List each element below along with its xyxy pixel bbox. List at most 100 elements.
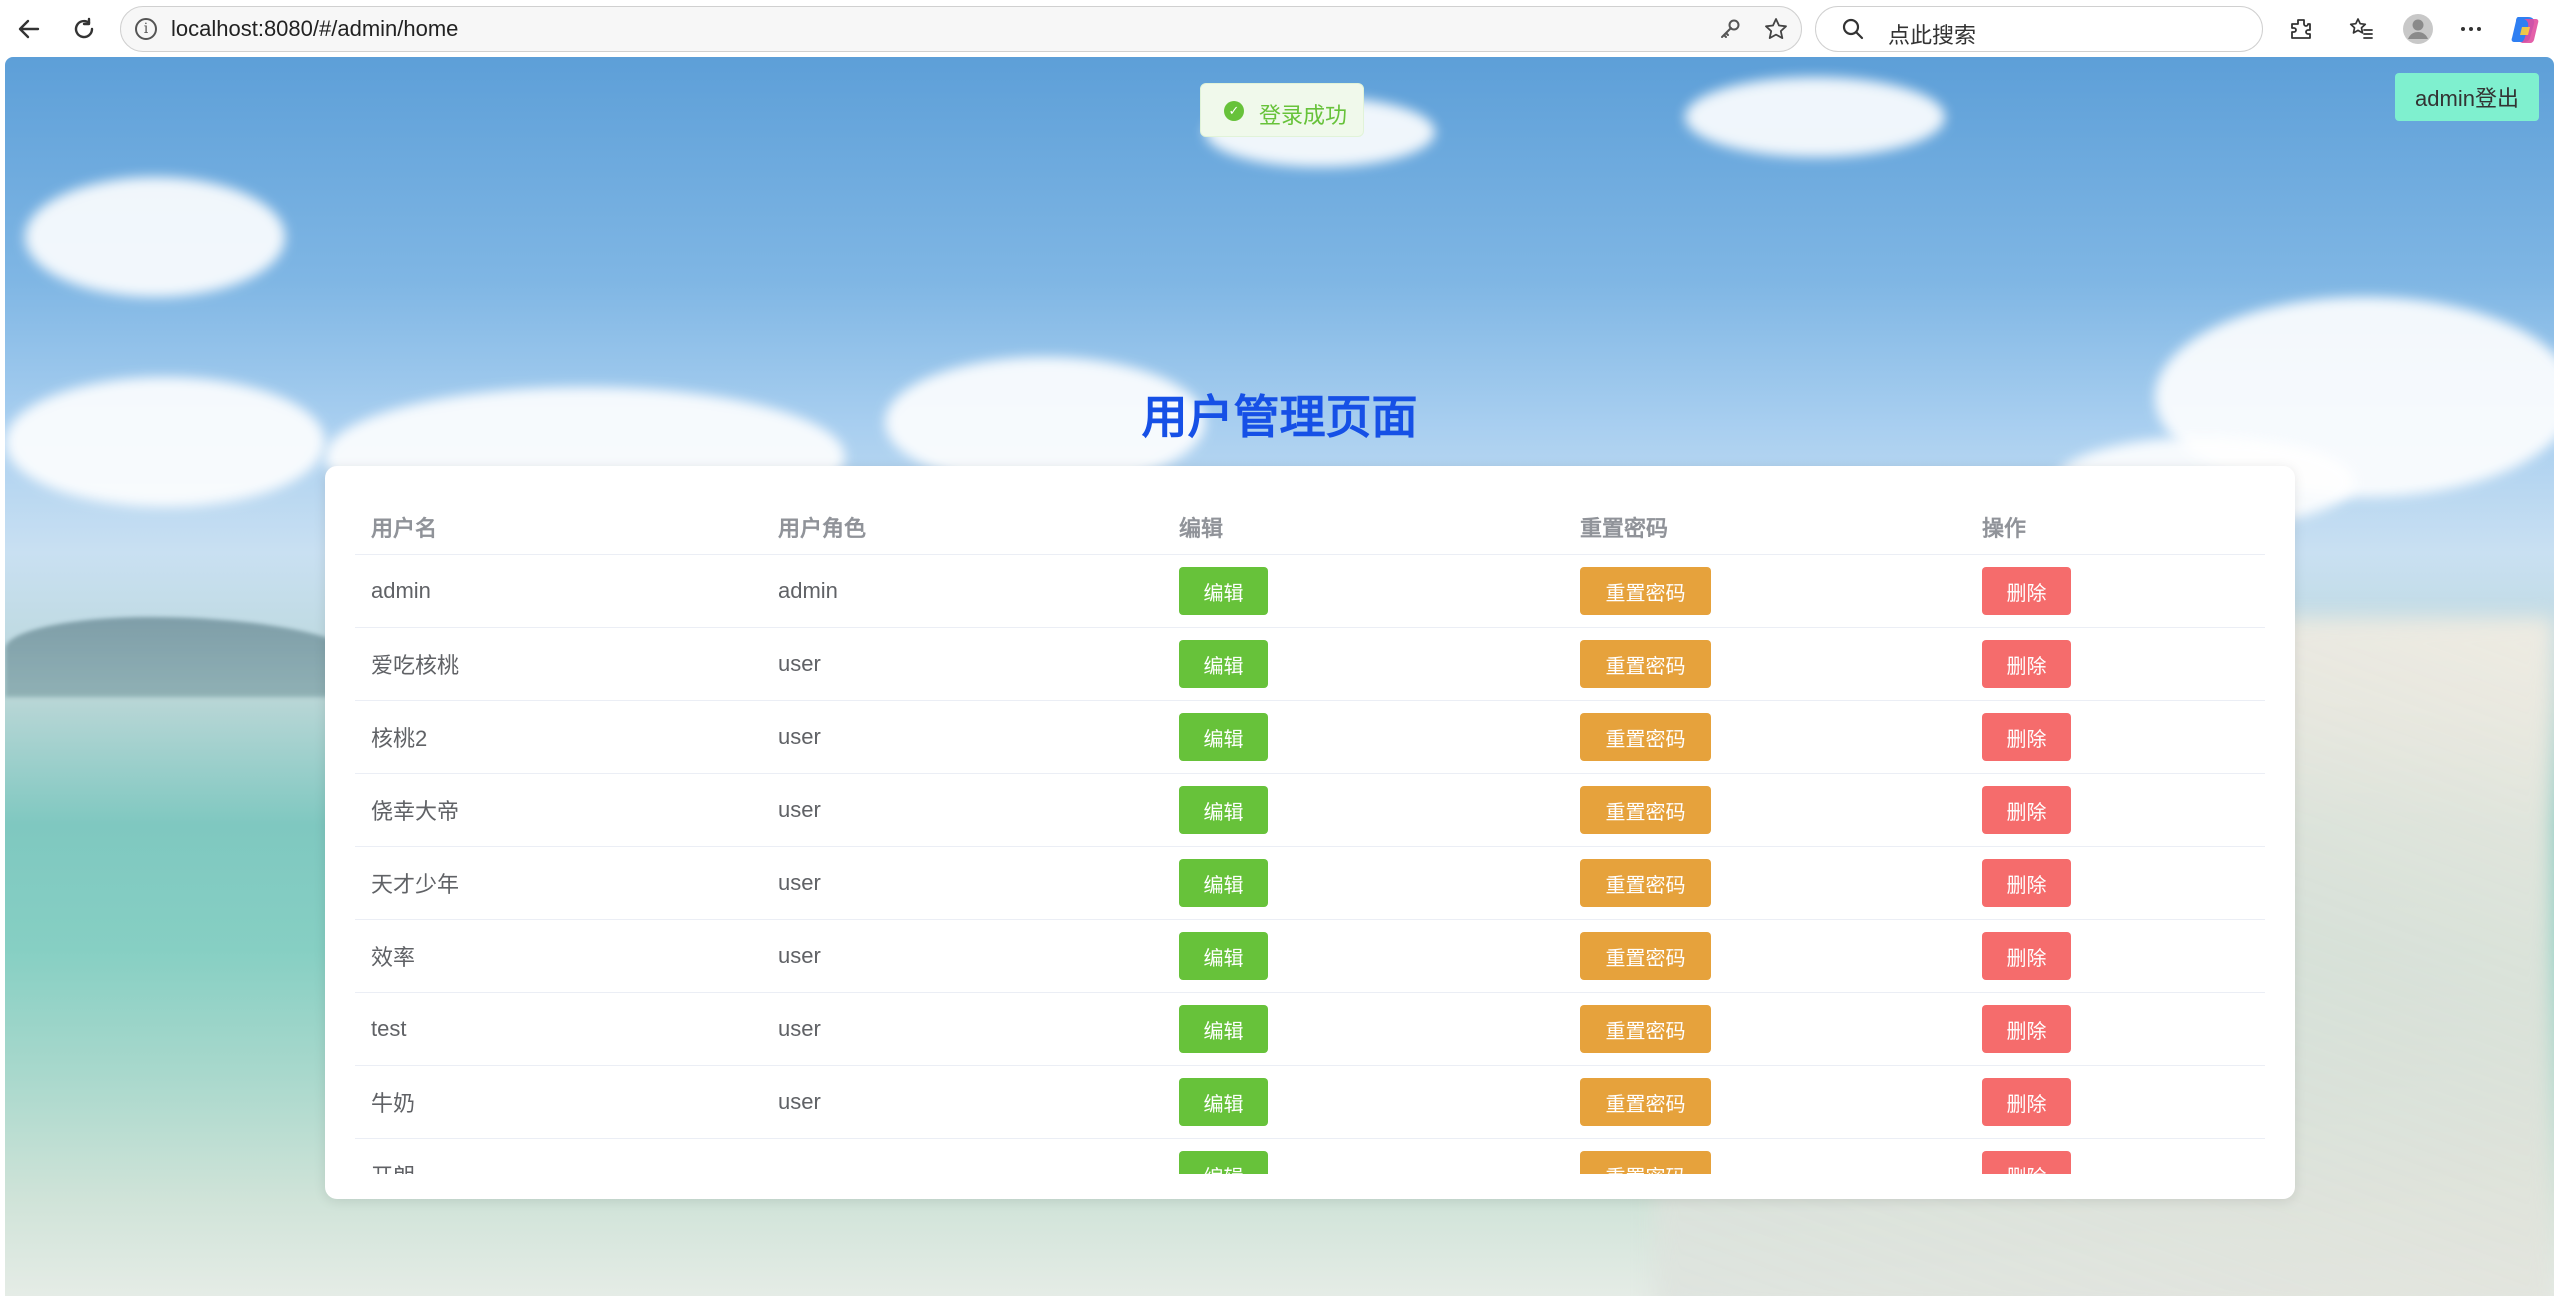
table-header: 用户名 用户角色 编辑 重置密码 操作 bbox=[355, 500, 2265, 555]
delete-button[interactable]: 删除 bbox=[1982, 640, 2071, 688]
edit-button[interactable]: 编辑 bbox=[1179, 859, 1268, 907]
favorite-star-icon[interactable] bbox=[1757, 10, 1795, 48]
reset-password-button[interactable]: 重置密码 bbox=[1580, 1151, 1711, 1174]
reset-password-cell: 重置密码 bbox=[1564, 1151, 1966, 1174]
delete-button[interactable]: 删除 bbox=[1982, 932, 2071, 980]
table-row: 天才少年 user 编辑 重置密码 删除 bbox=[355, 847, 2265, 920]
table-row: 牛奶 user 编辑 重置密码 删除 bbox=[355, 1066, 2265, 1139]
edit-button[interactable]: 编辑 bbox=[1179, 786, 1268, 834]
table-row: 开朗 编辑 重置密码 删除 bbox=[355, 1139, 2265, 1174]
reload-icon[interactable] bbox=[65, 10, 103, 48]
table-row: 核桃2 user 编辑 重置密码 删除 bbox=[355, 701, 2265, 774]
search-input[interactable]: 点此搜索 bbox=[1888, 18, 1976, 50]
site-info-icon[interactable]: i bbox=[135, 18, 157, 40]
delete-button[interactable]: 删除 bbox=[1982, 1078, 2071, 1126]
reset-password-button[interactable]: 重置密码 bbox=[1580, 567, 1711, 615]
page-viewport: ✓ 登录成功 admin登出 用户管理页面 用户名 用户角色 编辑 重置密码 操… bbox=[5, 57, 2554, 1296]
key-icon[interactable] bbox=[1711, 10, 1749, 48]
delete-cell: 删除 bbox=[1966, 640, 2265, 688]
edit-cell: 编辑 bbox=[1163, 713, 1564, 761]
reset-password-button[interactable]: 重置密码 bbox=[1580, 932, 1711, 980]
edit-button[interactable]: 编辑 bbox=[1179, 932, 1268, 980]
background-mountain bbox=[5, 617, 365, 697]
more-menu-icon[interactable] bbox=[2452, 10, 2490, 48]
reset-password-cell: 重置密码 bbox=[1564, 786, 1966, 834]
edit-button[interactable]: 编辑 bbox=[1179, 1078, 1268, 1126]
role-cell: admin bbox=[778, 578, 838, 603]
search-icon bbox=[1834, 10, 1872, 48]
role-cell: user bbox=[778, 943, 821, 968]
reset-password-button[interactable]: 重置密码 bbox=[1580, 713, 1711, 761]
role-cell: user bbox=[778, 1089, 821, 1114]
reset-password-button[interactable]: 重置密码 bbox=[1580, 1005, 1711, 1053]
user-table[interactable]: 用户名 用户角色 编辑 重置密码 操作 admin admin 编辑 重置密码 删除 爱吃… bbox=[355, 500, 2265, 1174]
delete-cell: 删除 bbox=[1966, 1005, 2265, 1053]
copilot-icon[interactable] bbox=[2507, 10, 2545, 48]
role-cell: user bbox=[778, 724, 821, 749]
logout-button[interactable]: admin登出 bbox=[2395, 73, 2539, 121]
reset-password-button[interactable]: 重置密码 bbox=[1580, 786, 1711, 834]
delete-cell: 删除 bbox=[1966, 713, 2265, 761]
username-cell: 侥幸大帝 bbox=[371, 799, 460, 824]
delete-cell: 删除 bbox=[1966, 1078, 2265, 1126]
favorites-list-icon[interactable] bbox=[2342, 10, 2380, 48]
profile-avatar-icon[interactable] bbox=[2399, 10, 2437, 48]
delete-cell: 删除 bbox=[1966, 932, 2265, 980]
username-cell: 开朗 bbox=[355, 1159, 762, 1174]
edit-button[interactable]: 编辑 bbox=[1179, 1151, 1268, 1174]
delete-button[interactable]: 删除 bbox=[1982, 1005, 2071, 1053]
reset-password-cell: 重置密码 bbox=[1564, 640, 1966, 688]
page-title: 用户管理页面 bbox=[1141, 391, 1418, 443]
delete-button[interactable]: 删除 bbox=[1982, 1151, 2071, 1174]
username-cell: 天才少年 bbox=[371, 872, 460, 897]
table-row: 效率 user 编辑 重置密码 删除 bbox=[355, 920, 2265, 993]
edit-cell: 编辑 bbox=[1163, 1151, 1564, 1174]
delete-button[interactable]: 删除 bbox=[1982, 713, 2071, 761]
background-cloud bbox=[1685, 77, 1945, 157]
edit-button[interactable]: 编辑 bbox=[1179, 1005, 1268, 1053]
back-icon[interactable] bbox=[10, 10, 48, 48]
column-header-reset-password: 重置密码 bbox=[1580, 516, 1669, 541]
reset-password-cell: 重置密码 bbox=[1564, 859, 1966, 907]
edit-cell: 编辑 bbox=[1163, 567, 1564, 615]
table-row: admin admin 编辑 重置密码 删除 bbox=[355, 555, 2265, 628]
column-header-actions: 操作 bbox=[1982, 516, 2027, 541]
edit-button[interactable]: 编辑 bbox=[1179, 713, 1268, 761]
role-cell: user bbox=[778, 870, 821, 895]
login-success-toast: ✓ 登录成功 bbox=[1200, 83, 1364, 137]
table-body: admin admin 编辑 重置密码 删除 爱吃核桃 user 编辑 重置密码 删除 核桃2 use… bbox=[355, 555, 2265, 1174]
delete-cell: 删除 bbox=[1966, 1151, 2265, 1174]
delete-button[interactable]: 删除 bbox=[1982, 786, 2071, 834]
column-header-edit: 编辑 bbox=[1179, 516, 1224, 541]
search-box[interactable]: 点此搜索 bbox=[1815, 6, 2263, 52]
column-header-role: 用户角色 bbox=[778, 516, 867, 541]
success-check-icon: ✓ bbox=[1224, 101, 1244, 121]
address-bar[interactable]: i localhost:8080/#/admin/home bbox=[120, 6, 1802, 52]
delete-cell: 删除 bbox=[1966, 786, 2265, 834]
username-cell: admin bbox=[371, 578, 431, 603]
edit-button[interactable]: 编辑 bbox=[1179, 640, 1268, 688]
reset-password-cell: 重置密码 bbox=[1564, 1078, 1966, 1126]
edit-cell: 编辑 bbox=[1163, 859, 1564, 907]
browser-toolbar: i localhost:8080/#/admin/home 点此搜索 bbox=[0, 0, 2558, 57]
delete-cell: 删除 bbox=[1966, 567, 2265, 615]
reset-password-button[interactable]: 重置密码 bbox=[1580, 1078, 1711, 1126]
role-cell: user bbox=[778, 651, 821, 676]
reset-password-button[interactable]: 重置密码 bbox=[1580, 640, 1711, 688]
column-header-username: 用户名 bbox=[371, 516, 438, 541]
reset-password-cell: 重置密码 bbox=[1564, 567, 1966, 615]
reset-password-button[interactable]: 重置密码 bbox=[1580, 859, 1711, 907]
table-row: 侥幸大帝 user 编辑 重置密码 删除 bbox=[355, 774, 2265, 847]
edit-button[interactable]: 编辑 bbox=[1179, 567, 1268, 615]
username-cell: 效率 bbox=[371, 945, 416, 970]
user-table-card: 用户名 用户角色 编辑 重置密码 操作 admin admin 编辑 重置密码 删除 爱吃… bbox=[325, 466, 2295, 1199]
delete-button[interactable]: 删除 bbox=[1982, 567, 2071, 615]
delete-button[interactable]: 删除 bbox=[1982, 859, 2071, 907]
delete-cell: 删除 bbox=[1966, 859, 2265, 907]
edit-cell: 编辑 bbox=[1163, 932, 1564, 980]
username-cell: 牛奶 bbox=[371, 1091, 416, 1116]
reset-password-cell: 重置密码 bbox=[1564, 1005, 1966, 1053]
username-cell: 爱吃核桃 bbox=[371, 653, 460, 678]
table-row: test user 编辑 重置密码 删除 bbox=[355, 993, 2265, 1066]
extensions-icon[interactable] bbox=[2282, 10, 2320, 48]
